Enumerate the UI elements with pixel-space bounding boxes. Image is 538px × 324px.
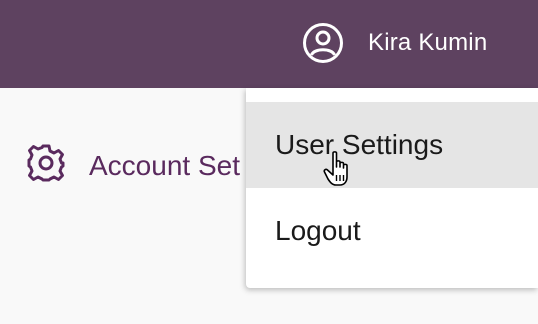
gear-icon xyxy=(26,143,66,188)
top-bar: Kira Kumin xyxy=(0,0,538,88)
user-menu-toggle[interactable]: Kira Kumin xyxy=(302,22,487,64)
account-settings-link[interactable]: Account Set xyxy=(26,143,240,188)
menu-item-logout[interactable]: Logout xyxy=(246,188,538,274)
user-circle-icon xyxy=(302,22,344,64)
user-name: Kira Kumin xyxy=(368,29,488,56)
user-dropdown-menu: User Settings Logout xyxy=(246,88,538,288)
menu-item-user-settings[interactable]: User Settings xyxy=(246,102,538,188)
account-settings-label: Account Set xyxy=(89,149,240,181)
